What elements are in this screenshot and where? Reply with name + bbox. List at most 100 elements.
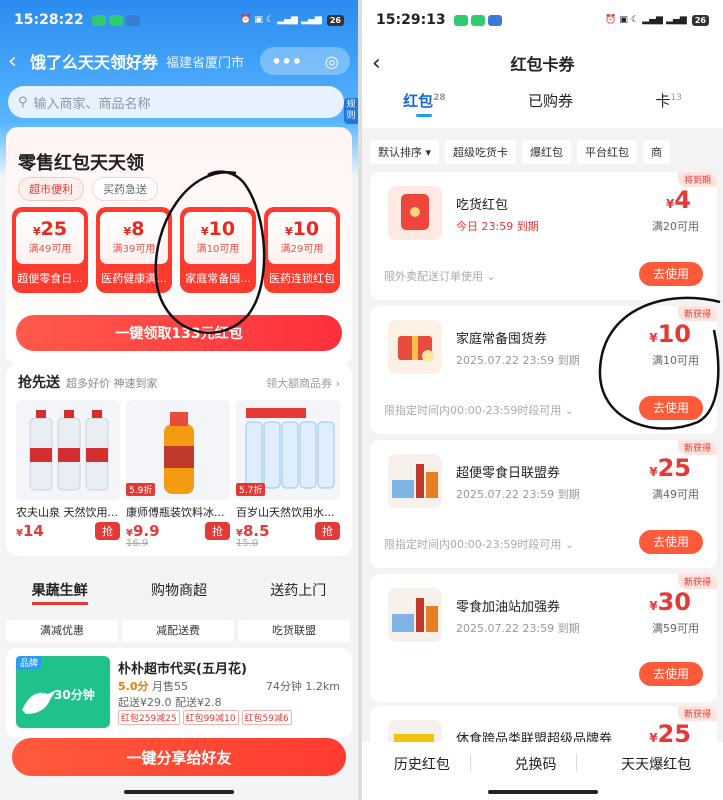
filter-chips: 默认排序 ▾ 超级吃货卡 爆红包 平台红包 商 xyxy=(370,140,671,164)
promo-card: 零售红包天天领 超市便利 买药急送 ¥25 满49可用 超便零食日... ¥8 满3… xyxy=(6,127,352,365)
coupon-amount: ¥25 xyxy=(649,454,691,482)
chip-platform[interactable]: 平台红包 xyxy=(577,140,638,164)
search-input[interactable]: ⚲ 输入商家、商品名称 xyxy=(8,86,344,118)
section-title: 抢先送 xyxy=(18,375,60,391)
promo-coupon[interactable]: ¥25 满49可用 超便零食日... xyxy=(12,207,88,293)
use-button[interactable]: 去使用 xyxy=(639,262,703,286)
status-badge: 新获得 xyxy=(677,306,717,321)
brand-tag: 品牌 xyxy=(16,656,43,669)
coupon-note[interactable]: 限指定时间内00:00-23:59时段可用 ⌄ xyxy=(384,536,574,552)
redeem-code-button[interactable]: 兑换码 xyxy=(494,754,578,773)
promo-coupon[interactable]: ¥10 满29可用 医药连锁红包 xyxy=(264,207,340,293)
notification-icons xyxy=(91,14,140,26)
store-time-distance: 74分钟 1.2km xyxy=(265,680,340,693)
coupon-name: 家庭常备囤货券 xyxy=(456,332,548,347)
store-rating: 5.0分 xyxy=(118,680,149,693)
coupon-amount: ¥10 xyxy=(649,320,691,348)
use-button[interactable]: 去使用 xyxy=(639,396,703,420)
category-tabs: 果蔬生鲜 购物商超 送药上门 xyxy=(0,580,358,605)
store-deals: 红包259减25 红包99减10 红包59减6 xyxy=(118,710,292,725)
status-badge: 新获得 xyxy=(677,706,717,721)
chip-super-foodie[interactable]: 超级吃货卡 xyxy=(445,140,517,164)
coupon-card: 零食加油站加强券 2025.07.22 23:59 到期 新获得 ¥30 满59… xyxy=(370,574,717,702)
more-icon[interactable]: ••• xyxy=(271,52,302,71)
history-button[interactable]: 历史红包 xyxy=(374,754,471,773)
tab-red-packets[interactable]: 红包28 xyxy=(403,90,446,117)
back-icon[interactable]: ‹ xyxy=(372,51,381,76)
coupon-name: 零食加油站加强券 xyxy=(456,600,561,615)
grab-button[interactable]: 抢 xyxy=(205,522,230,540)
gift-box-icon xyxy=(388,320,442,374)
store-logo: 品牌 30分钟 xyxy=(16,656,110,728)
grab-button[interactable]: 抢 xyxy=(95,522,120,540)
chip-hot[interactable]: 爆红包 xyxy=(522,140,572,164)
promo-coupon[interactable]: ¥8 满39可用 医药健康满... xyxy=(96,207,172,293)
system-icons: ⏰ ▣ ☾ ▂▄▆ ▂▄▆ 26 xyxy=(240,14,344,26)
right-screen: 15:29:13 ⏰ ▣ ☾ ▂▄▆ ▂▄▆ 26 ‹ 红包卡券 红包28 已购… xyxy=(362,0,723,800)
daily-hot-button[interactable]: 天天爆红包 xyxy=(601,754,711,773)
notification-icons xyxy=(453,14,502,26)
store-sales: 月售55 xyxy=(152,680,188,693)
product-card[interactable]: 5.7折 百岁山天然饮用水... ¥8.5 抢 15.0 xyxy=(236,400,340,549)
coupon-condition: 满10可用 xyxy=(652,354,699,367)
deal-badge: 红包99减10 xyxy=(182,710,239,725)
store-card[interactable]: 品牌 30分钟 朴朴超市代买(五月花) 5.0分 月售55 74分钟 1.2km… xyxy=(6,648,352,738)
status-time: 15:29:13 xyxy=(376,12,446,28)
coupon-amount: ¥4 xyxy=(665,186,691,214)
search-placeholder: 输入商家、商品名称 xyxy=(33,96,151,112)
tab-fresh[interactable]: 果蔬生鲜 xyxy=(31,580,88,605)
chip-more[interactable]: 商 xyxy=(643,140,671,164)
coupon-condition: 满20可用 xyxy=(652,220,699,233)
coupon-expiry: 今日 23:59 到期 xyxy=(456,220,539,233)
close-miniapp-icon[interactable]: ◎ xyxy=(325,52,339,71)
battery-icon: 26 xyxy=(691,14,709,26)
use-button[interactable]: 去使用 xyxy=(639,662,703,686)
product-price: ¥14 xyxy=(16,522,44,540)
coupon-note[interactable]: 限指定时间内00:00-23:59时段可用 ⌄ xyxy=(384,402,574,418)
tab-supermarket-shopping[interactable]: 购物商超 xyxy=(151,580,207,605)
product-card[interactable]: 5.9折 康师傅瓶装饮料冰... ¥9.9 抢 16.9 xyxy=(126,400,230,549)
claim-all-button[interactable]: 一键领取133元红包 xyxy=(16,315,342,351)
coupon-card: 超便零食日联盟券 2025.07.22 23:59 到期 新获得 ¥25 满49… xyxy=(370,440,717,568)
tab-purchased[interactable]: 已购券 xyxy=(528,90,573,111)
use-button[interactable]: 去使用 xyxy=(639,530,703,554)
coupon-name: 吃货红包 xyxy=(456,198,509,213)
deal-badge: 红包59减6 xyxy=(241,710,292,725)
search-icon: ⚲ xyxy=(18,94,28,110)
store-name: 朴朴超市代买(五月花) xyxy=(118,662,247,677)
rules-button[interactable]: 规则 xyxy=(344,98,358,124)
page-title: 饿了么天天领好券 xyxy=(30,53,159,72)
system-icons: ⏰ ▣ ☾ ▂▄▆ ▂▄▆ 26 xyxy=(605,14,709,26)
location-label[interactable]: 福建省厦门市 xyxy=(166,52,244,71)
filter-delivery-fee[interactable]: 减配送费 xyxy=(122,620,234,642)
store-fees: 起送¥29.0 配送¥2.8 xyxy=(118,696,222,709)
tab-medicine-delivery[interactable]: 送药上门 xyxy=(270,580,326,605)
coupon-expiry: 2025.07.22 23:59 到期 xyxy=(456,488,580,501)
chip-sort[interactable]: 默认排序 ▾ xyxy=(370,140,440,164)
deal-badge: 红包259减25 xyxy=(118,710,180,725)
status-bar: 15:29:13 ⏰ ▣ ☾ ▂▄▆ ▂▄▆ 26 xyxy=(362,0,723,40)
coupon-name: 超便零食日联盟券 xyxy=(456,466,561,481)
more-coupons-link[interactable]: 领大额商品券 › xyxy=(266,375,340,391)
bird-icon xyxy=(22,690,56,714)
red-packet-icon xyxy=(388,186,442,240)
product-image xyxy=(16,400,120,500)
left-screen: 15:28:22 ⏰ ▣ ☾ ▂▄▆ ▂▄▆ 26 ‹ 饿了么天天领好券 福建省… xyxy=(0,0,358,800)
coupon-tabs: 红包28 已购券 卡13 xyxy=(362,90,723,117)
share-button[interactable]: 一键分享给好友 xyxy=(12,738,346,776)
coupon-note[interactable]: 限外卖配送订单使用 ⌄ xyxy=(384,268,496,284)
coupon-condition: 满49可用 xyxy=(652,488,699,501)
grab-button[interactable]: 抢 xyxy=(315,522,340,540)
back-icon[interactable]: ‹ xyxy=(8,49,28,74)
tab-medicine[interactable]: 买药急送 xyxy=(92,177,158,201)
product-card[interactable]: 农夫山泉 天然饮用... ¥14 抢 xyxy=(16,400,120,540)
water-bottles-image xyxy=(29,410,109,491)
filter-discount[interactable]: 满减优惠 xyxy=(6,620,118,642)
tab-supermarket[interactable]: 超市便利 xyxy=(18,177,84,201)
tab-cards[interactable]: 卡13 xyxy=(655,90,681,111)
promo-coupon[interactable]: ¥10 满10可用 家庭常备囤... xyxy=(180,207,256,293)
battery-icon: 26 xyxy=(326,14,344,26)
status-badge: 新获得 xyxy=(677,440,717,455)
filter-foodie-league[interactable]: 吃货联盟 xyxy=(238,620,350,642)
original-price: 15.0 xyxy=(236,538,259,549)
